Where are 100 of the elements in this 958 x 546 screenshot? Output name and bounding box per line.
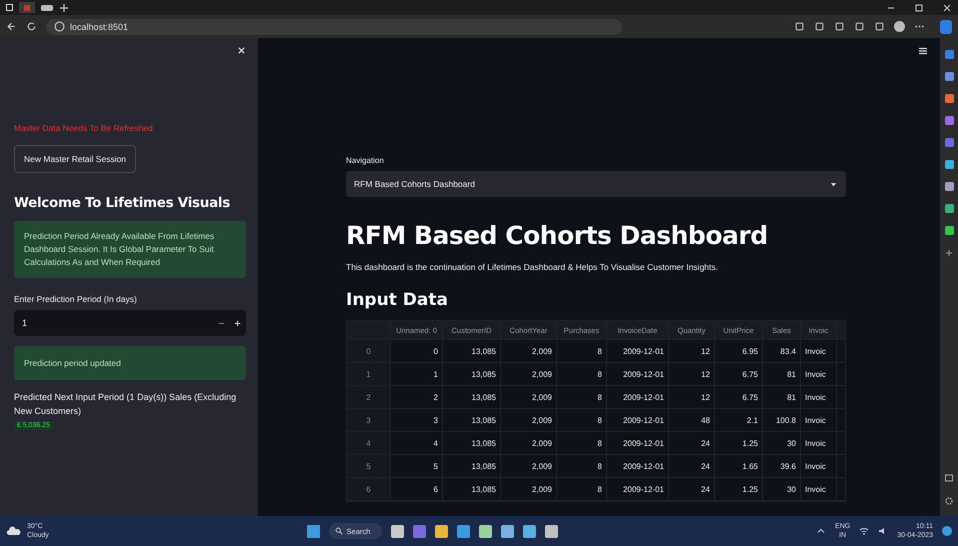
input-label: Enter Prediction Period (In days) [14,294,137,304]
sidebar-app-icon[interactable] [944,94,954,103]
table-cell: Invoic [801,432,837,454]
back-icon[interactable] [6,21,17,32]
table-cell: 2009-12-01 [607,386,669,408]
sidebar-app-icon[interactable] [944,50,954,59]
sidebar-app-icon[interactable] [944,116,954,125]
toolbar-icon[interactable] [854,21,865,32]
row-index: 3 [347,409,391,431]
number-input[interactable]: 1 [14,310,246,336]
refresh-icon[interactable] [26,21,37,32]
plus-icon[interactable] [233,318,242,328]
table-cell: 0 [391,340,443,362]
taskbar-app-icon[interactable] [545,524,558,538]
table-cell: 13,085 [443,409,501,431]
table-cell: 83.4 [763,340,801,362]
sidebar-app-icon[interactable] [944,160,954,169]
taskbar-app-icon[interactable] [391,524,404,538]
menu-icon[interactable] [918,46,928,56]
table-cell: 6.75 [715,386,763,408]
table-cell: 13,085 [443,478,501,500]
taskbar-app-icon[interactable] [501,524,514,538]
table-cell: 2009-12-01 [607,340,669,362]
info-message: Prediction Period Already Available From Lifetimes Dashboard Session. It Is Global Parameter To Suit Calculations As and When Required [14,221,246,278]
table-cell: 8 [557,409,607,431]
network-icon[interactable] [859,526,870,536]
sidebar-app-icon[interactable] [944,226,954,235]
table-cell: 1 [391,363,443,385]
table-cell: 2.1 [715,409,763,431]
address-field[interactable]: localhost:8501 [46,18,622,34]
add-icon[interactable] [944,248,954,258]
taskbar-app-icon[interactable] [523,524,536,538]
section-heading: Input Data [346,290,449,310]
warning-text: Master Data Needs To Be Refreshed [14,123,153,133]
new-session-button[interactable]: New Master Retail Session [14,145,136,173]
success-message: Prediction period updated [14,346,246,380]
table-cell: 2,009 [501,386,557,408]
close-icon[interactable] [237,46,246,55]
table-cell: 1.25 [715,432,763,454]
toolbar-icon[interactable] [874,21,885,32]
row-index: 5 [347,455,391,477]
sidebar-app-icon[interactable] [944,138,954,147]
table-cell: 3 [391,409,443,431]
table-cell: 12 [669,386,715,408]
toolbar-icon[interactable] [814,21,825,32]
sidebar-app-icon[interactable] [944,72,954,81]
browser-tab[interactable] [41,4,53,10]
sidebar-app-icon[interactable] [944,182,954,191]
new-tab-icon[interactable] [59,2,69,12]
table-cell: 8 [557,386,607,408]
table-cell: 13,085 [443,432,501,454]
description-text: This dashboard is the continuation of Lifetimes Dashboard & Helps To Visualise Customer Insights. [346,262,719,272]
table-cell: 6.75 [715,363,763,385]
window-icon[interactable] [944,473,954,483]
table-cell: 2009-12-01 [607,409,669,431]
search-icon [334,527,343,535]
close-icon[interactable] [942,2,952,12]
table-cell: 8 [557,478,607,500]
restore-icon[interactable] [914,2,924,12]
table-cell: 24 [669,478,715,500]
table-cell: 8 [557,363,607,385]
table-cell: 2,009 [501,340,557,362]
toolbar-icon[interactable] [794,21,805,32]
page-title: RFM Based Cohorts Dashboard [346,221,769,250]
table-cell: 24 [669,455,715,477]
sidebar-app-icon[interactable] [944,204,954,213]
table-cell: 2,009 [501,478,557,500]
taskbar-app-icon[interactable] [435,524,448,538]
table-cell: 2,009 [501,409,557,431]
table-cell: 81 [763,363,801,385]
table-cell: 48 [669,409,715,431]
table-cell: 8 [557,340,607,362]
tab-actions-icon[interactable] [6,4,13,11]
table-cell: 13,085 [443,386,501,408]
table-cell: 2,009 [501,363,557,385]
cloud-icon[interactable] [6,526,22,536]
table-cell: 5 [391,455,443,477]
table-cell: 100.8 [763,409,801,431]
table-cell: 13,085 [443,455,501,477]
table-cell: 2009-12-01 [607,363,669,385]
taskbar-app-icon[interactable] [457,524,470,538]
table-cell: 12 [669,340,715,362]
row-index: 2 [347,386,391,408]
table-cell: Invoic [801,340,837,362]
taskbar-app-icon[interactable] [479,524,492,538]
table-cell: 2,009 [501,455,557,477]
table-cell: 6 [391,478,443,500]
navigation-select[interactable]: RFM Based Cohorts Dashboard [346,171,846,197]
table-cell: 30 [763,432,801,454]
table-cell: 30 [763,478,801,500]
notification-icon[interactable] [942,526,952,536]
toolbar-icon[interactable] [834,21,845,32]
table-cell: 8 [557,455,607,477]
row-index: 0 [347,340,391,362]
table-cell: 39.6 [763,455,801,477]
profile-icon[interactable] [894,21,905,32]
metric-label: Predicted Next Input Period (1 Day(s)) Sales (Excluding New Customers) [14,391,238,418]
table-cell: Invoic [801,386,837,408]
table-cell: 2009-12-01 [607,478,669,500]
table-cell: 2,009 [501,432,557,454]
